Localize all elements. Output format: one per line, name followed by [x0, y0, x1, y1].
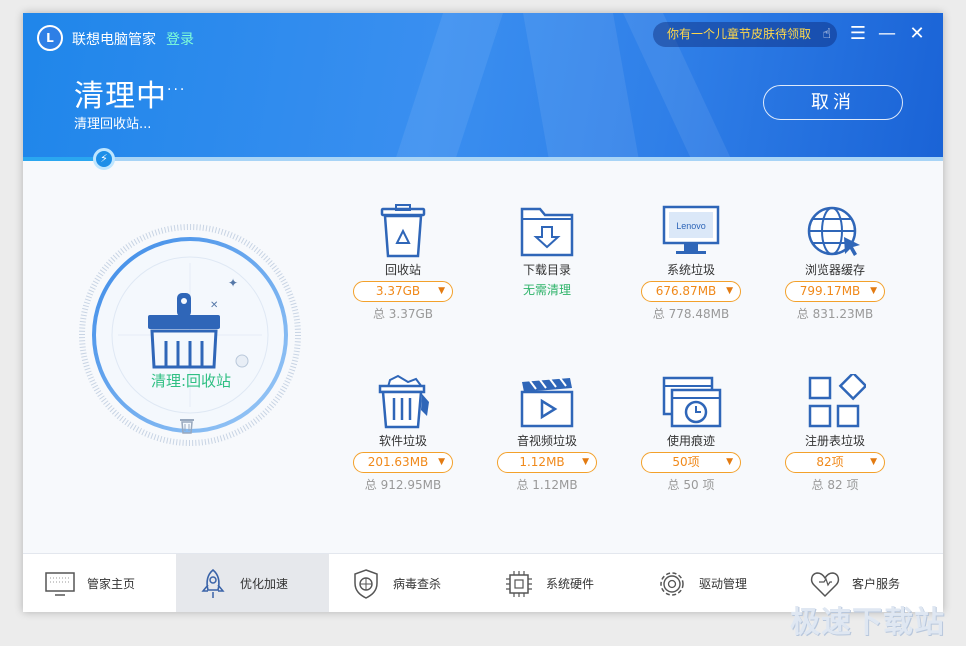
caret-down-icon: ▼ [726, 286, 733, 296]
nav-label: 客户服务 [852, 577, 901, 591]
item-status: 无需清理 [522, 283, 571, 297]
heart-icon [810, 572, 840, 598]
software-trash-icon [378, 374, 429, 429]
monitor-brand-label: Lenovo [676, 221, 706, 231]
caret-down-icon: ▼ [582, 457, 589, 467]
registry-blocks-icon [808, 374, 866, 428]
clean-item-recycle-bin[interactable]: 回收站 3.37GB ▼ 总 3.37GB [338, 203, 468, 322]
lightning-icon: ⚡ [93, 148, 115, 170]
status-dots: ··· [167, 82, 187, 98]
download-folder-icon [520, 207, 574, 257]
item-name: 使用痕迹 [666, 434, 715, 448]
recycle-bin-icon [380, 204, 426, 258]
nav-label: 管家主页 [87, 577, 136, 591]
progress-bar [23, 157, 943, 161]
trash-small-icon [180, 419, 194, 434]
nav-antivirus[interactable]: 病毒查杀 [329, 554, 482, 612]
gear-icon [660, 572, 684, 596]
video-clapper-icon [520, 377, 574, 428]
clean-item-registry-junk[interactable]: 注册表垃圾 82项 ▼ 总 82 项 [770, 374, 900, 493]
nav-hardware[interactable]: 系统硬件 [482, 554, 635, 612]
clean-item-usage-traces[interactable]: 使用痕迹 50项 ▼ 总 50 项 [626, 374, 756, 493]
size-dropdown[interactable]: 82项 ▼ [785, 452, 885, 473]
item-total: 总 50 项 [667, 478, 715, 492]
size-dropdown[interactable]: 201.63MB ▼ [353, 452, 453, 473]
lenovo-monitor-icon: Lenovo [662, 205, 720, 254]
header-banner: L 联想电脑管家 登录 你有一个儿童节皮肤待领取 ☝ ☰ — ✕ 清理中··· … [23, 13, 943, 160]
item-name: 注册表垃圾 [804, 434, 865, 448]
nav-label: 驱动管理 [699, 577, 748, 591]
history-clock-icon [662, 376, 722, 428]
clean-item-browser-cache[interactable]: 浏览器缓存 799.17MB ▼ 总 831.23MB [770, 203, 900, 322]
item-name: 软件垃圾 [378, 434, 427, 448]
clean-item-media-junk[interactable]: 音视频垃圾 1.12MB ▼ 总 1.12MB [482, 374, 612, 493]
item-name: 音视频垃圾 [516, 434, 577, 448]
item-name: 系统垃圾 [666, 263, 715, 277]
minimize-icon[interactable]: — [876, 23, 898, 45]
watermark: 极速下载站 [790, 605, 945, 640]
browser-globe-icon [807, 206, 860, 256]
item-total: 总 1.12MB [516, 478, 578, 492]
menu-icon[interactable]: ☰ [847, 23, 869, 45]
item-total: 总 831.23MB [796, 307, 874, 321]
login-link[interactable]: 登录 [166, 29, 194, 49]
chip-icon [506, 571, 532, 597]
nav-drivers[interactable]: 驱动管理 [635, 554, 788, 612]
item-name: 回收站 [384, 263, 421, 277]
status-detail: 清理回收站... [74, 117, 152, 132]
nav-optimize[interactable]: 优化加速 [176, 554, 329, 612]
item-total: 总 778.48MB [652, 307, 730, 321]
nav-label: 优化加速 [240, 577, 289, 591]
dial-status-label: 清理:回收站 [150, 372, 232, 390]
item-total: 总 912.95MB [364, 478, 442, 492]
rocket-icon [201, 568, 225, 598]
svg-text:✦: ✦ [228, 276, 238, 290]
item-name: 下载目录 [522, 263, 571, 277]
hand-pointer-icon: ☝ [822, 26, 832, 42]
nav-home[interactable]: 管家主页 [23, 554, 176, 612]
item-total: 总 82 项 [811, 478, 859, 492]
clean-item-downloads[interactable]: 下载目录 无需清理 [482, 203, 612, 298]
caret-down-icon: ▼ [438, 286, 445, 296]
size-dropdown[interactable]: 799.17MB ▼ [785, 281, 885, 302]
lenovo-logo-icon: L [37, 25, 63, 51]
nav-label: 系统硬件 [546, 577, 595, 591]
size-dropdown[interactable]: 50项 ▼ [641, 452, 741, 473]
size-dropdown[interactable]: 676.87MB ▼ [641, 281, 741, 302]
item-total: 总 3.37GB [372, 307, 434, 321]
caret-down-icon: ▼ [870, 457, 877, 467]
nav-label: 病毒查杀 [393, 577, 442, 591]
cancel-button[interactable]: 取消 [763, 85, 903, 120]
svg-text:✕: ✕ [210, 300, 218, 311]
size-dropdown[interactable]: 3.37GB ▼ [353, 281, 453, 302]
app-title: 联想电脑管家 [72, 32, 156, 48]
shield-icon [354, 569, 378, 599]
clean-item-system-junk[interactable]: Lenovo 系统垃圾 676.87MB ▼ 总 778.48MB [626, 203, 756, 322]
caret-down-icon: ▼ [438, 457, 445, 467]
clean-item-software-junk[interactable]: 软件垃圾 201.63MB ▼ 总 912.95MB [338, 374, 468, 493]
size-dropdown[interactable]: 1.12MB ▼ [497, 452, 597, 473]
promo-text: 你有一个儿童节皮肤待领取 [667, 27, 812, 41]
page-title: 清理中··· [74, 79, 187, 114]
promo-banner[interactable]: 你有一个儿童节皮肤待领取 ☝ [653, 22, 838, 47]
item-name: 浏览器缓存 [804, 263, 865, 277]
monitor-icon [45, 572, 75, 596]
close-icon[interactable]: ✕ [906, 23, 928, 45]
caret-down-icon: ▼ [870, 286, 877, 296]
app-window: L 联想电脑管家 登录 你有一个儿童节皮肤待领取 ☝ ☰ — ✕ 清理中··· … [23, 13, 943, 612]
caret-down-icon: ▼ [726, 457, 733, 467]
